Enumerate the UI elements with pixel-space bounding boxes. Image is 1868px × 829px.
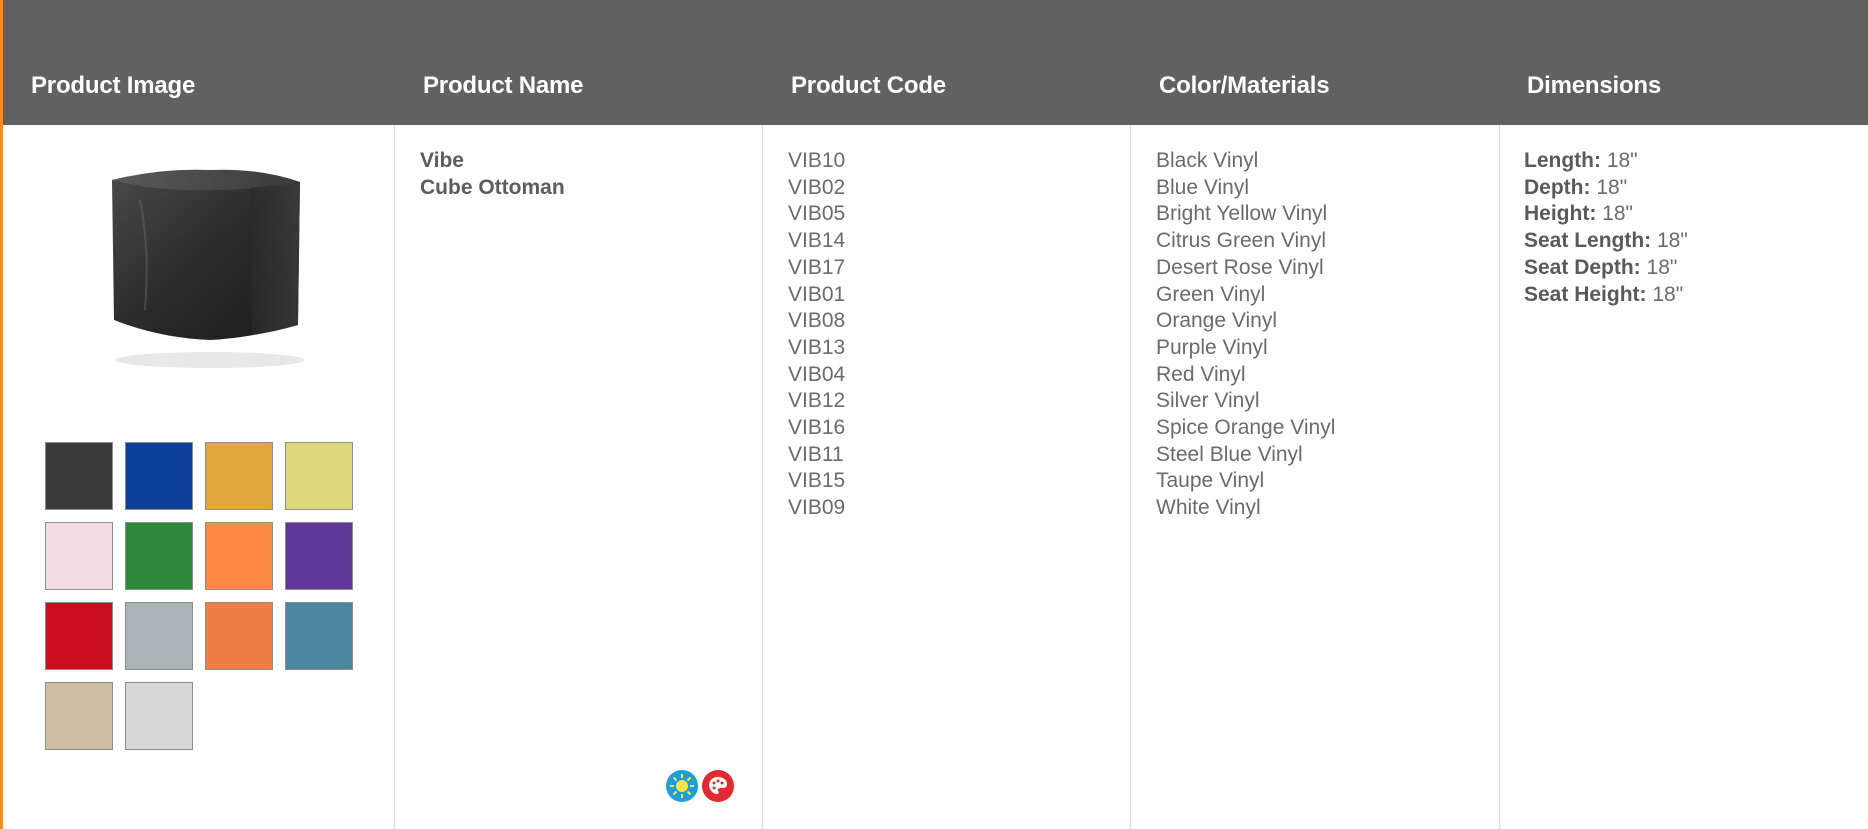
dimension-value: 18" [1596, 202, 1633, 226]
color-material: Red Vinyl [1156, 362, 1246, 386]
product-code-list: VIB10 VIB02 VIB05 VIB14 VIB17 VIB01 VIB08 VIB13… [788, 148, 845, 522]
color-swatch [125, 602, 193, 670]
product-name: Vibe Cube Ottoman [420, 148, 565, 201]
product-code: VIB08 [788, 309, 846, 333]
header-color-materials: Color/Materials [1159, 72, 1330, 99]
color-material: Blue Vinyl [1156, 175, 1250, 199]
color-swatch [285, 522, 353, 590]
product-code: VIB16 [788, 416, 846, 440]
column-divider [1130, 125, 1131, 829]
dimension-label: Seat Depth: [1524, 255, 1641, 279]
dimension-row: Height: 18" [1524, 201, 1688, 228]
color-materials-list: Black Vinyl Blue Vinyl Bright Yellow Vinyl… [1156, 148, 1335, 522]
color-swatch [285, 442, 353, 510]
color-material: Silver Vinyl [1156, 389, 1260, 413]
column-divider [762, 125, 763, 829]
dimension-label: Depth: [1524, 175, 1591, 199]
dimension-value: 18" [1651, 229, 1688, 253]
color-material: Taupe Vinyl [1156, 469, 1265, 493]
color-material: Green Vinyl [1156, 282, 1266, 306]
header-product-name: Product Name [423, 72, 584, 99]
dimension-row: Seat Height: 18" [1524, 282, 1688, 309]
header-dimensions: Dimensions [1527, 72, 1662, 99]
color-material: Steel Blue Vinyl [1156, 442, 1303, 466]
color-material: Desert Rose Vinyl [1156, 255, 1324, 279]
product-code: VIB10 [788, 149, 846, 172]
color-swatch [205, 522, 273, 590]
product-code: VIB17 [788, 255, 846, 279]
header-product-image: Product Image [31, 72, 196, 99]
color-swatch [125, 682, 193, 750]
color-swatch [125, 442, 193, 510]
product-name-line2: Cube Ottoman [420, 175, 565, 199]
color-material: Bright Yellow Vinyl [1156, 202, 1328, 226]
color-swatch [45, 682, 113, 750]
product-code: VIB05 [788, 202, 846, 226]
dimension-label: Seat Height: [1524, 282, 1647, 306]
product-code: VIB15 [788, 469, 846, 493]
product-code: VIB01 [788, 282, 846, 306]
product-code: VIB13 [788, 335, 846, 359]
color-material: Black Vinyl [1156, 149, 1259, 172]
dimension-value: 18" [1600, 149, 1638, 172]
column-divider [394, 125, 395, 829]
dimension-label: Height: [1524, 202, 1597, 226]
product-code: VIB02 [788, 175, 846, 199]
color-material: Orange Vinyl [1156, 309, 1278, 333]
color-swatch [205, 602, 273, 670]
dimension-row: Seat Depth: 18" [1524, 255, 1688, 282]
product-code: VIB14 [788, 229, 846, 253]
color-swatch [45, 602, 113, 670]
dimension-row: Depth: 18" [1524, 175, 1688, 202]
product-code: VIB11 [788, 442, 844, 466]
dimension-row: Seat Length: 18" [1524, 228, 1688, 255]
dimension-value: 18" [1646, 282, 1684, 306]
uv-sun-icon [666, 770, 698, 802]
dimension-value: 18" [1590, 175, 1628, 199]
color-swatch [125, 522, 193, 590]
color-material: White Vinyl [1156, 496, 1261, 520]
color-swatch [45, 442, 113, 510]
table-header: Product Image Product Name Product Code … [3, 0, 1868, 125]
color-palette-icon [702, 770, 734, 802]
dimension-label: Seat Length: [1524, 229, 1652, 253]
color-material: Purple Vinyl [1156, 335, 1268, 359]
color-material: Citrus Green Vinyl [1156, 229, 1327, 253]
color-swatch [285, 602, 353, 670]
dimensions-list: Length: 18" Depth: 18" Height: 18" Seat Len… [1524, 148, 1688, 308]
header-product-code: Product Code [791, 72, 946, 99]
dimension-row: Length: 18" [1524, 148, 1688, 175]
color-material: Spice Orange Vinyl [1156, 416, 1336, 440]
color-swatch [45, 522, 113, 590]
product-name-line1: Vibe [420, 149, 464, 172]
dimension-value: 18" [1640, 255, 1678, 279]
color-swatch [205, 442, 273, 510]
product-code: VIB09 [788, 496, 846, 520]
product-code: VIB04 [788, 362, 846, 386]
product-code: VIB12 [788, 389, 846, 413]
cube-ottoman-image [100, 160, 320, 375]
dimension-label: Length: [1524, 149, 1601, 172]
column-divider [1499, 125, 1500, 829]
